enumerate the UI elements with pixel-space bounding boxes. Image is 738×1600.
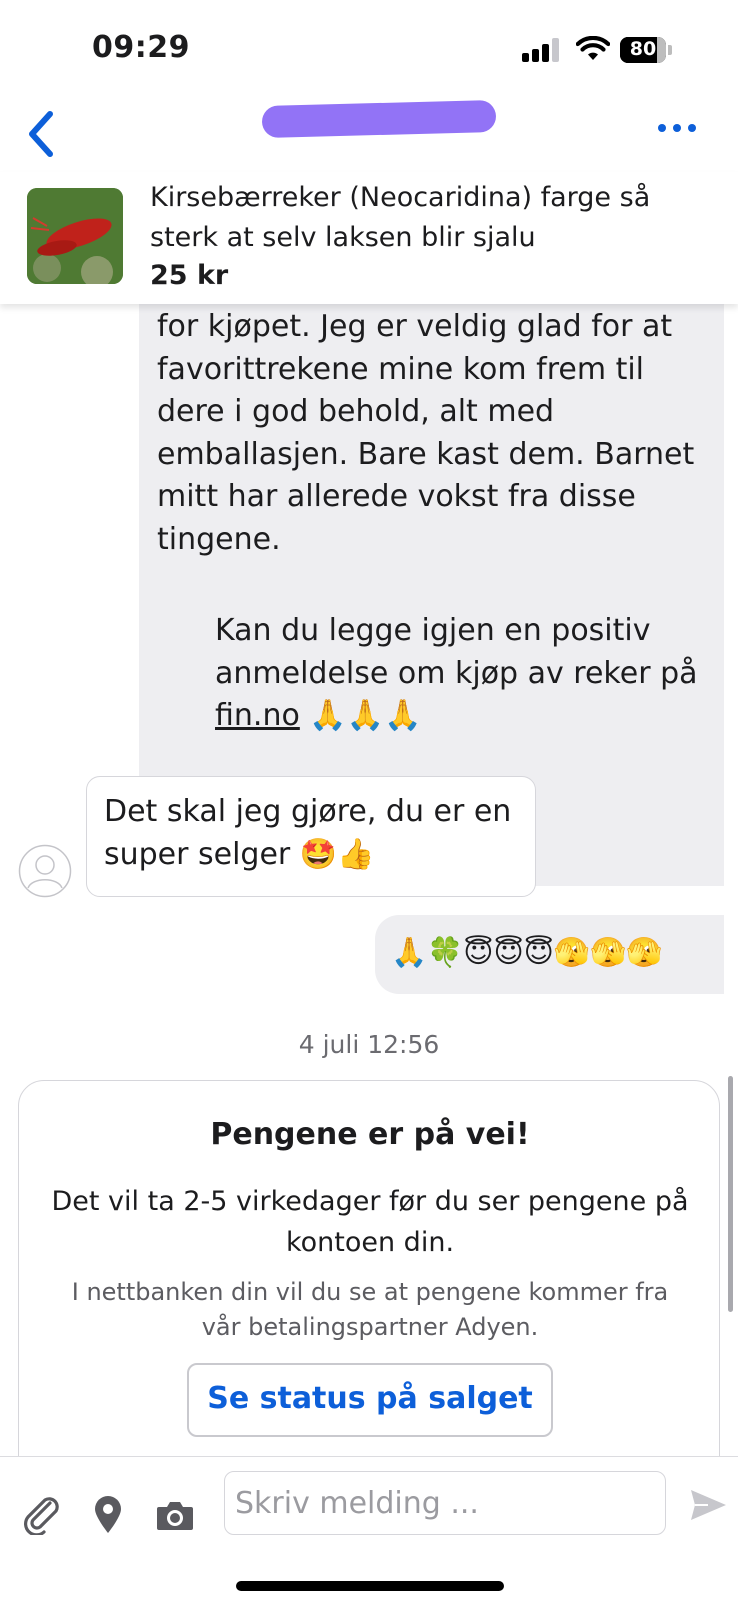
battery-icon: 80	[620, 37, 672, 63]
message-bubble-incoming: Det skal jeg gjøre, du er en super selge…	[86, 776, 536, 897]
listing-price: 25 kr	[150, 260, 229, 291]
status-time: 09:29	[92, 30, 190, 65]
message-text: for kjøpet. Jeg er veldig glad for at fa…	[157, 309, 695, 557]
card-note: I nettbanken din vil du se at pengene ko…	[71, 1278, 669, 1341]
redacted-contact-name	[261, 99, 497, 139]
payment-status-card: Pengene er på vei! Det vil ta 2-5 virked…	[18, 1080, 720, 1456]
wifi-icon	[576, 36, 610, 60]
send-icon[interactable]	[688, 1485, 728, 1525]
paperclip-icon[interactable]	[22, 1495, 64, 1535]
location-pin-icon[interactable]	[92, 1495, 124, 1535]
signal-icon	[522, 38, 562, 62]
battery-percent: 80	[629, 38, 657, 60]
listing-thumbnail	[27, 188, 123, 284]
message-input[interactable]	[224, 1471, 666, 1535]
chat-thread[interactable]: for kjøpet. Jeg er veldig glad for at fa…	[0, 300, 738, 1456]
more-dots-icon[interactable]	[658, 122, 698, 134]
see-sale-status-button[interactable]: Se status på salget	[187, 1363, 553, 1437]
message-timestamp: 4 juli 12:56	[298, 1030, 440, 1059]
home-indicator	[236, 1581, 504, 1591]
camera-icon[interactable]	[155, 1495, 195, 1535]
chevron-left-icon[interactable]	[22, 108, 62, 160]
scrollbar[interactable]	[728, 1076, 733, 1312]
message-text: Kan du legge igjen en positiv anmeldelse…	[215, 613, 698, 733]
message-composer	[0, 1456, 738, 1600]
listing-title: Kirsebærreker (Neocaridina) farge så ste…	[150, 182, 651, 253]
message-text: 🙏🍀😇😇😇🫣🫣🫣	[391, 935, 663, 969]
fin-no-link[interactable]: fin.no	[215, 698, 300, 733]
message-bubble-outgoing: Kan du legge igjen en positiv anmeldelse…	[198, 596, 724, 756]
card-title: Pengene er på vei!	[210, 1117, 530, 1152]
status-bar: 09:29 80	[0, 0, 738, 100]
message-text: Det skal jeg gjøre, du er en super selge…	[104, 794, 512, 872]
listing-header[interactable]: Kirsebærreker (Neocaridina) farge så ste…	[0, 172, 738, 304]
card-body: Det vil ta 2-5 virkedager før du ser pen…	[51, 1186, 689, 1258]
avatar[interactable]	[18, 844, 72, 898]
message-bubble-outgoing: 🙏🍀😇😇😇🫣🫣🫣	[375, 915, 724, 994]
